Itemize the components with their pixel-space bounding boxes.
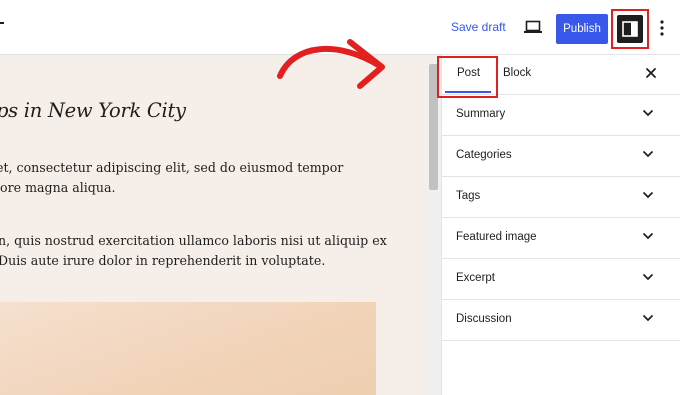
vertical-ellipsis-icon[interactable] bbox=[655, 18, 669, 38]
panel-label: Discussion bbox=[456, 313, 512, 325]
paragraph-line: Duis aute irure dolor in reprehenderit i… bbox=[0, 253, 326, 268]
panel-tags[interactable]: Tags bbox=[442, 176, 680, 218]
settings-toggle-button[interactable] bbox=[617, 15, 643, 43]
editor-scrollbar-thumb[interactable] bbox=[429, 64, 438, 190]
chevron-down-icon bbox=[642, 150, 654, 158]
sidebar-tabs: Post Block bbox=[442, 55, 680, 95]
panel-label: Featured image bbox=[456, 231, 537, 243]
paragraph-line: et, consectetur adipiscing elit, sed do … bbox=[0, 160, 344, 175]
chevron-down-icon bbox=[642, 314, 654, 322]
image-block[interactable] bbox=[0, 302, 376, 395]
paragraph-line: lore magna aliqua. bbox=[0, 180, 116, 195]
paragraph-line: n, quis nostrud exercitation ullamco lab… bbox=[0, 233, 387, 248]
panel-featured-image[interactable]: Featured image bbox=[442, 217, 680, 259]
settings-sidebar: Post Block Summary Categories Tags Featu… bbox=[441, 55, 680, 395]
panel-categories[interactable]: Categories bbox=[442, 135, 680, 177]
header-edge-mark bbox=[0, 22, 4, 24]
save-draft-button[interactable]: Save draft bbox=[451, 20, 506, 34]
desktop-preview-icon[interactable] bbox=[524, 19, 542, 35]
panel-discussion[interactable]: Discussion bbox=[442, 299, 680, 341]
paragraph-block[interactable]: n, quis nostrud exercitation ullamco lab… bbox=[0, 231, 387, 271]
panel-summary[interactable]: Summary bbox=[442, 94, 680, 136]
paragraph-block[interactable]: et, consectetur adipiscing elit, sed do … bbox=[0, 158, 343, 198]
publish-button[interactable]: Publish bbox=[556, 14, 608, 44]
panel-label: Tags bbox=[456, 190, 481, 202]
panel-excerpt[interactable]: Excerpt bbox=[442, 258, 680, 300]
sidebar-settings-icon bbox=[622, 21, 638, 37]
editor-canvas[interactable]: ps in New York City et, consectetur adip… bbox=[0, 55, 427, 395]
chevron-down-icon bbox=[642, 109, 654, 117]
close-icon[interactable] bbox=[644, 66, 658, 80]
chevron-down-icon bbox=[642, 191, 654, 199]
panel-label: Excerpt bbox=[456, 272, 495, 284]
post-title[interactable]: ps in New York City bbox=[0, 99, 186, 122]
active-tab-indicator bbox=[445, 91, 491, 93]
chevron-down-icon bbox=[642, 232, 654, 240]
editor-header: Save draft Publish bbox=[0, 0, 680, 55]
tab-post[interactable]: Post bbox=[457, 67, 480, 79]
chevron-down-icon bbox=[642, 273, 654, 281]
tab-block[interactable]: Block bbox=[503, 67, 531, 79]
panel-label: Summary bbox=[456, 108, 506, 120]
panel-label: Categories bbox=[456, 149, 512, 161]
